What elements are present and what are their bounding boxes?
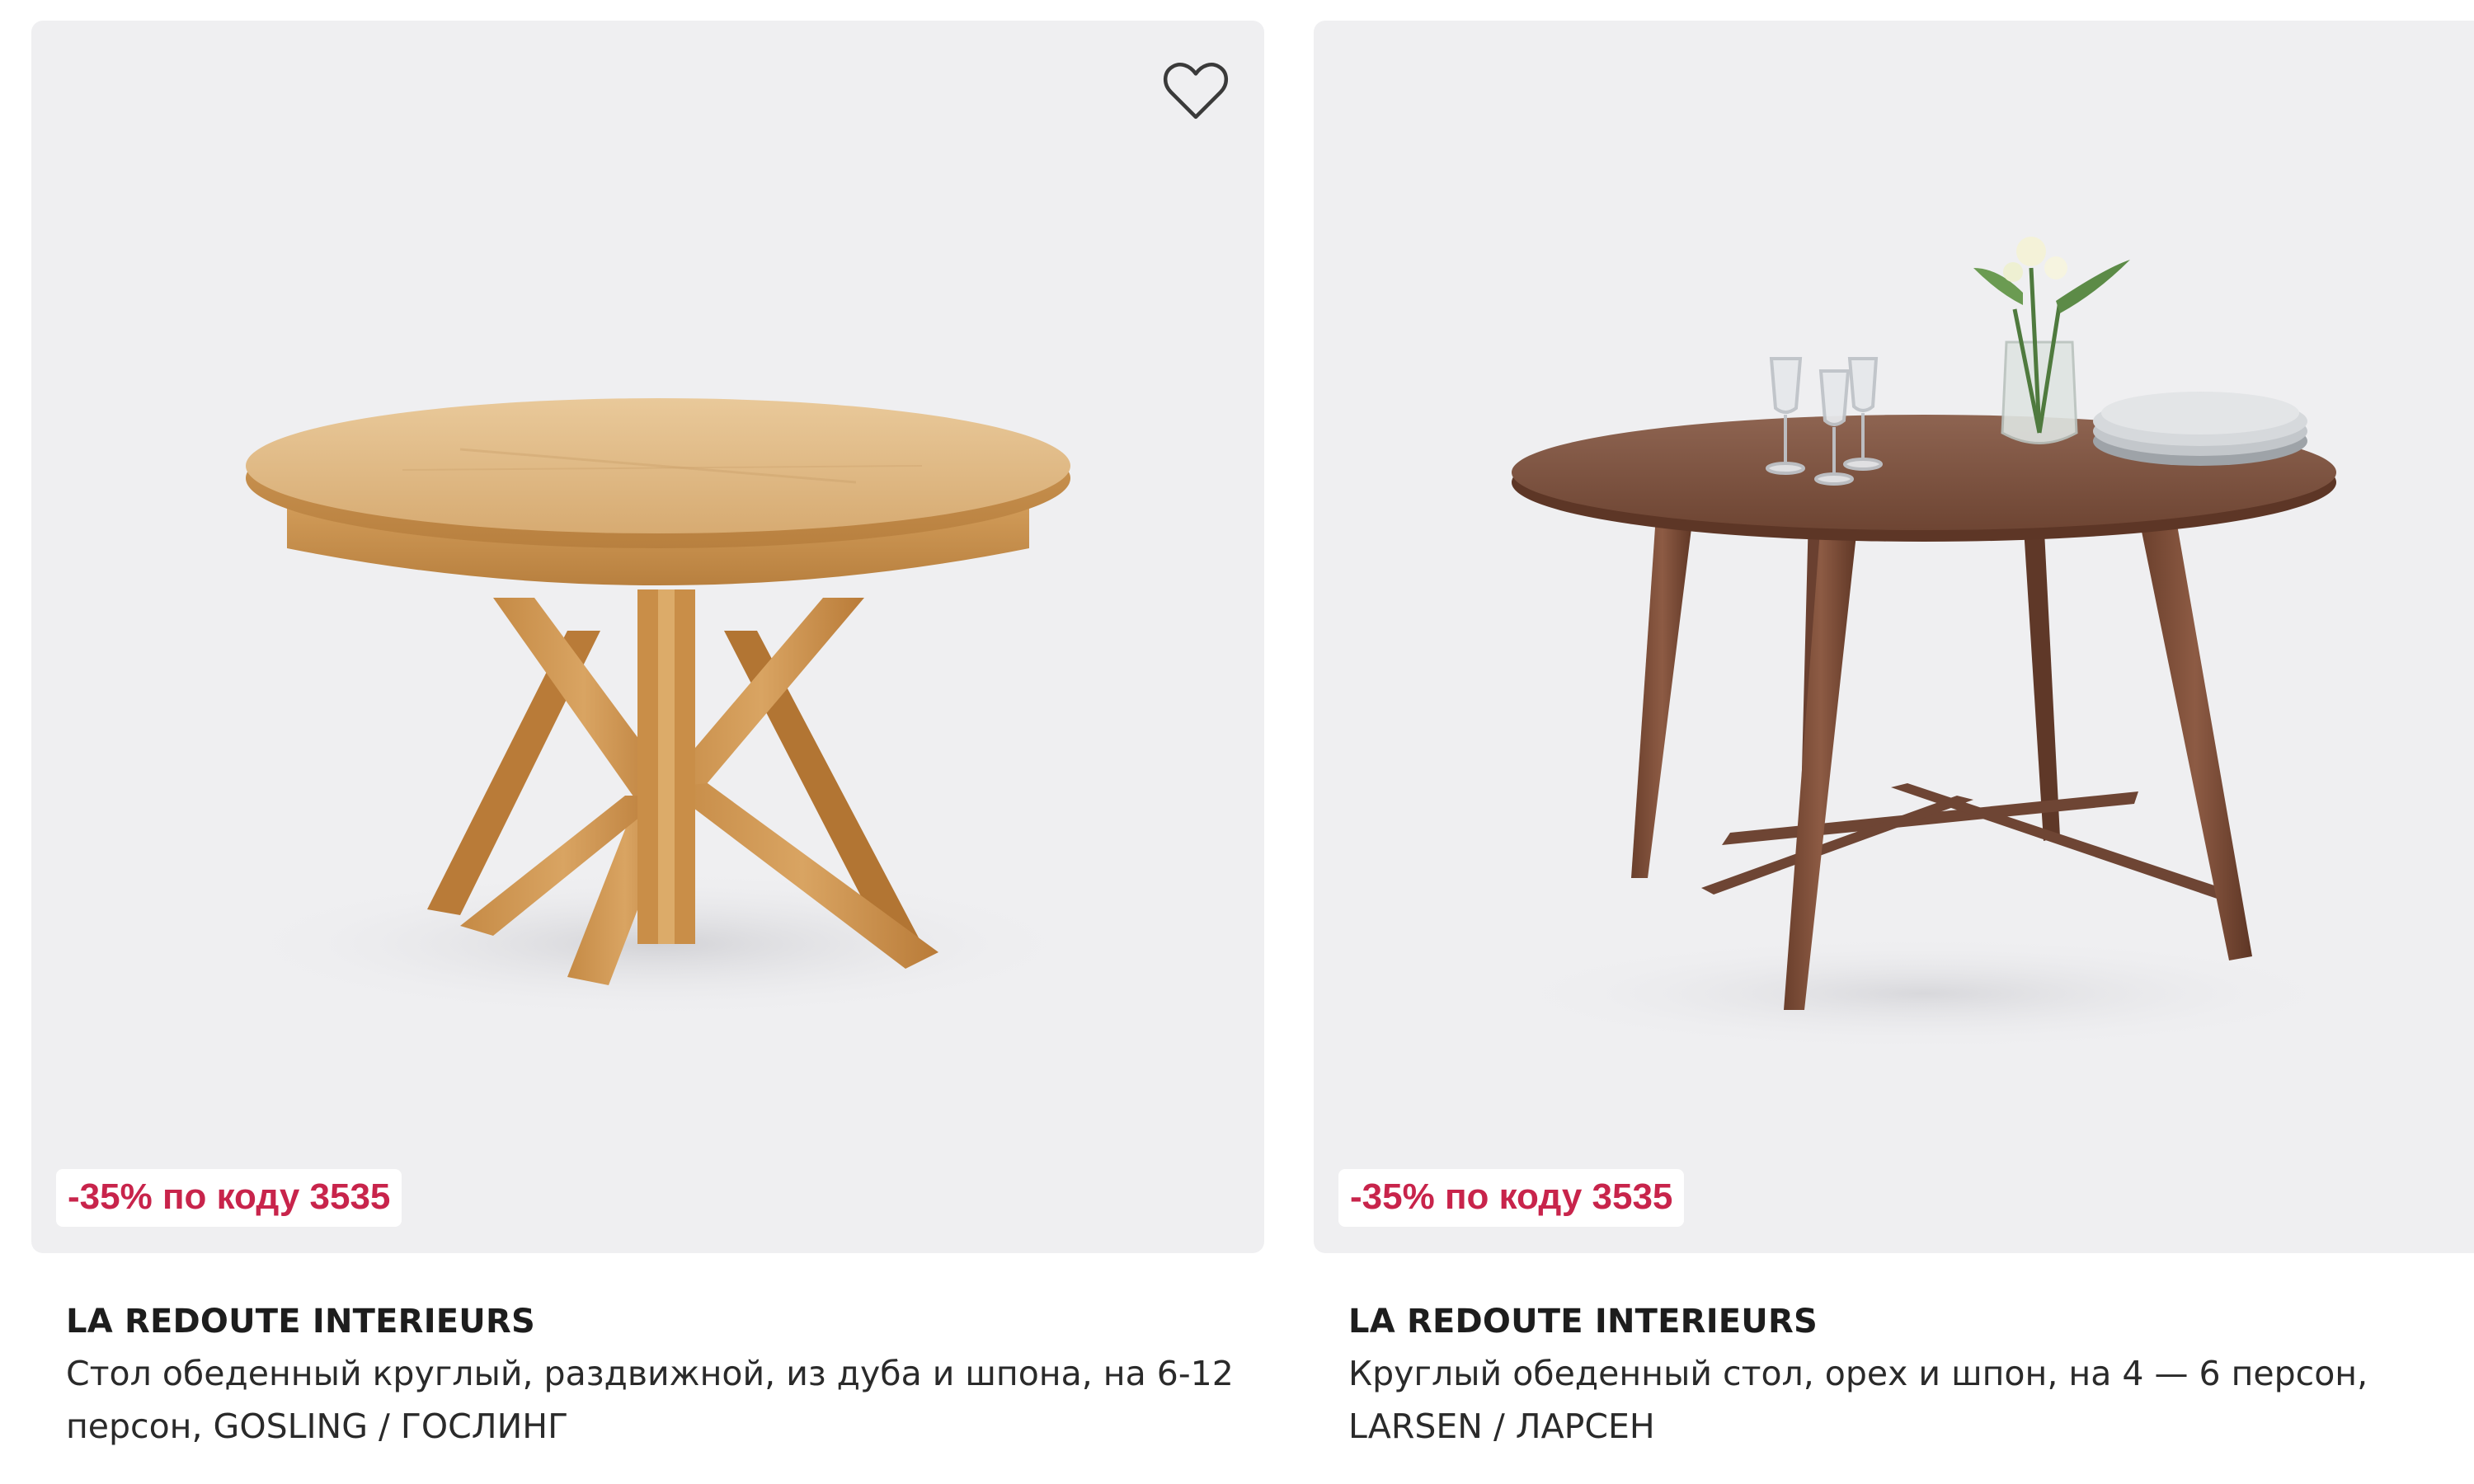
promo-badge: -35% по коду 3535	[1338, 1169, 1685, 1227]
product-card[interactable]: -35% по коду 3535 LA REDOUTE INTERIEURS …	[31, 21, 1264, 1453]
product-image-area[interactable]: -35% по коду 3535	[31, 21, 1264, 1253]
product-image[interactable]	[31, 21, 1264, 1253]
product-image[interactable]	[1314, 21, 2474, 1253]
promo-badge: -35% по коду 3535	[56, 1169, 402, 1227]
product-brand[interactable]: LA REDOUTE INTERIEURS	[66, 1296, 1264, 1347]
product-image-area[interactable]: -35% по коду 3535	[1314, 21, 2474, 1253]
favorite-button[interactable]	[1159, 54, 1233, 128]
product-grid: -35% по коду 3535 LA REDOUTE INTERIEURS …	[0, 0, 2474, 1484]
product-info: LA REDOUTE INTERIEURS Круглый обеденный …	[1314, 1253, 2474, 1453]
product-card[interactable]: -35% по коду 3535 LA REDOUTE INTERIEURS …	[1314, 21, 2474, 1453]
product-brand[interactable]: LA REDOUTE INTERIEURS	[1348, 1296, 2474, 1347]
product-title[interactable]: Стол обеденный круглый, раздвижной, из д…	[66, 1347, 1237, 1453]
heart-outline-icon[interactable]	[1159, 54, 1233, 128]
product-info: LA REDOUTE INTERIEURS Стол обеденный кру…	[31, 1253, 1264, 1453]
product-title[interactable]: Круглый обеденный стол, орех и шпон, на …	[1348, 1347, 2462, 1453]
